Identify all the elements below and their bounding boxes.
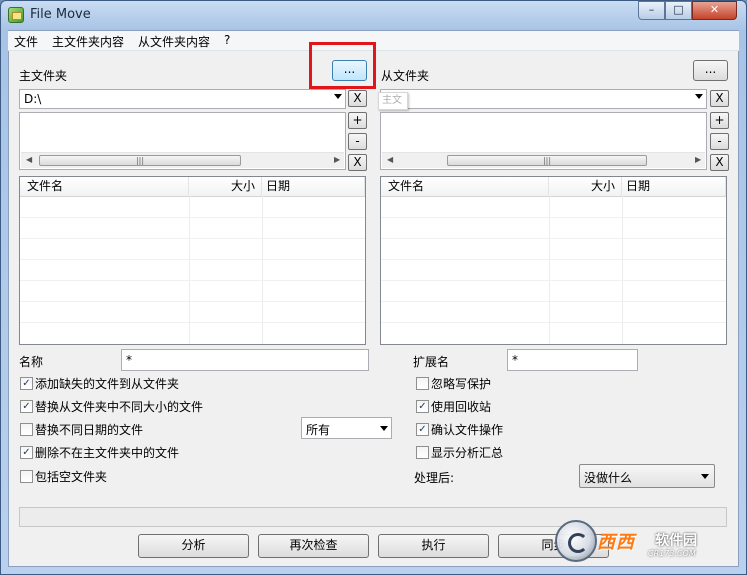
title-bar[interactable]: File Move – □ ✕ — [0, 0, 745, 30]
watermark-sub-text: CR173.COM — [648, 549, 696, 558]
chevron-down-icon[interactable] — [701, 474, 709, 479]
slave-folder-label: 从文件夹 — [381, 69, 430, 83]
scroll-left-icon[interactable]: ◀ — [26, 155, 32, 164]
chevron-down-icon[interactable] — [380, 426, 388, 431]
recheck-button[interactable]: 再次检查 — [258, 534, 369, 558]
after-process-select[interactable]: 没做什么 — [579, 464, 715, 488]
execute-button[interactable]: 执行 — [378, 534, 489, 558]
grid-line — [381, 280, 726, 281]
scroll-left-icon[interactable]: ◀ — [387, 155, 393, 164]
master-folder-list[interactable]: ◀ ||| ▶ — [19, 112, 346, 170]
slave-folder-list[interactable]: ◀ ||| ▶ — [380, 112, 707, 170]
slave-list-scrollbar[interactable]: ◀ ||| ▶ — [382, 152, 705, 168]
window-title: File Move — [30, 7, 91, 22]
option-delete-missing-label[interactable]: 删除不在主文件夹中的文件 — [35, 444, 179, 461]
master-file-table[interactable]: 文件名 大小 日期 — [19, 176, 366, 345]
after-process-label: 处理后: — [414, 471, 455, 485]
chevron-down-icon[interactable] — [695, 94, 703, 99]
option-recycle-bin-label[interactable]: 使用回收站 — [431, 398, 491, 415]
grid-line — [20, 217, 365, 218]
name-filter-label: 名称 — [19, 355, 44, 369]
column-size[interactable]: 大小 — [549, 177, 622, 196]
option-ignore-readonly-label[interactable]: 忽略写保护 — [431, 375, 491, 392]
grid-line — [20, 322, 365, 323]
column-filename[interactable]: 文件名 — [381, 177, 549, 196]
option-add-missing-label[interactable]: 添加缺失的文件到从文件夹 — [35, 375, 179, 392]
slave-clear-button[interactable]: X — [710, 90, 729, 107]
scroll-right-icon[interactable]: ▶ — [334, 155, 340, 164]
master-clear-button[interactable]: X — [348, 90, 367, 107]
watermark-brand-text: 软件园 — [655, 533, 697, 549]
date-filter-value: 所有 — [306, 423, 331, 437]
watermark-main-text: 西西 — [597, 532, 635, 553]
master-path-combo[interactable]: D:\ — [19, 89, 346, 109]
name-filter-value: * — [126, 353, 132, 367]
checkbox-include-empty[interactable] — [20, 470, 33, 483]
date-filter-select[interactable]: 所有 — [301, 417, 392, 439]
option-replace-date-label[interactable]: 替换不同日期的文件 — [35, 421, 143, 438]
slave-x-button[interactable]: X — [710, 154, 729, 171]
chevron-down-icon[interactable] — [334, 94, 342, 99]
slave-remove-button[interactable]: - — [710, 133, 729, 150]
grid-line — [381, 217, 726, 218]
option-include-empty-label[interactable]: 包括空文件夹 — [35, 468, 107, 485]
checkbox-replace-size[interactable]: ✓ — [20, 400, 33, 413]
checkbox-show-summary[interactable] — [416, 446, 429, 459]
grid-line — [20, 280, 365, 281]
progress-status-bar — [19, 507, 727, 527]
grid-line — [381, 322, 726, 323]
grid-line — [20, 301, 365, 302]
master-path-value: D:\ — [24, 92, 42, 106]
checkbox-delete-missing[interactable]: ✓ — [20, 446, 33, 459]
watermark-logo-icon — [555, 520, 597, 562]
grid-line — [381, 238, 726, 239]
checkbox-recycle-bin[interactable]: ✓ — [416, 400, 429, 413]
slave-file-table[interactable]: 文件名 大小 日期 — [380, 176, 727, 345]
ext-filter-input[interactable]: * — [507, 349, 638, 371]
checkbox-ignore-readonly[interactable] — [416, 377, 429, 390]
column-filename[interactable]: 文件名 — [20, 177, 189, 196]
menu-file[interactable]: 文件 — [14, 33, 38, 50]
slave-browse-button[interactable]: ... — [693, 60, 728, 81]
checkbox-replace-date[interactable] — [20, 423, 33, 436]
grid-line — [20, 259, 365, 260]
grid-line — [20, 238, 365, 239]
analyze-button[interactable]: 分析 — [138, 534, 249, 558]
menu-slave-contents[interactable]: 从文件夹内容 — [138, 33, 210, 50]
slave-add-button[interactable]: + — [710, 112, 729, 129]
name-filter-input[interactable]: * — [121, 349, 369, 371]
highlight-box — [309, 42, 376, 89]
column-size[interactable]: 大小 — [189, 177, 262, 196]
after-process-value: 没做什么 — [584, 471, 633, 485]
table-header: 文件名 大小 日期 — [381, 177, 726, 197]
scroll-thumb[interactable]: ||| — [447, 155, 647, 166]
ext-filter-label: 扩展名 — [413, 355, 450, 369]
menu-help[interactable]: ? — [224, 33, 230, 47]
minimize-button[interactable]: – — [638, 1, 665, 20]
menu-master-contents[interactable]: 主文件夹内容 — [52, 33, 124, 50]
master-list-scrollbar[interactable]: ◀ ||| ▶ — [21, 152, 344, 168]
grid-line — [381, 259, 726, 260]
option-replace-size-label[interactable]: 替换从文件夹中不同大小的文件 — [35, 398, 203, 415]
master-remove-button[interactable]: - — [348, 133, 367, 150]
checkbox-confirm-ops[interactable]: ✓ — [416, 423, 429, 436]
column-date[interactable]: 日期 — [262, 177, 365, 196]
checkbox-add-missing[interactable]: ✓ — [20, 377, 33, 390]
maximize-button[interactable]: □ — [665, 1, 692, 20]
close-button[interactable]: ✕ — [692, 1, 737, 20]
slave-path-combo[interactable] — [380, 89, 707, 109]
scroll-thumb[interactable]: ||| — [39, 155, 241, 166]
tooltip: 主文 — [378, 92, 408, 110]
master-x-button[interactable]: X — [348, 154, 367, 171]
ext-filter-value: * — [512, 353, 518, 367]
option-confirm-ops-label[interactable]: 确认文件操作 — [431, 421, 503, 438]
master-add-button[interactable]: + — [348, 112, 367, 129]
master-folder-label: 主文件夹 — [19, 69, 68, 83]
option-show-summary-label[interactable]: 显示分析汇总 — [431, 444, 503, 461]
column-date[interactable]: 日期 — [622, 177, 726, 196]
grid-line — [381, 301, 726, 302]
table-header: 文件名 大小 日期 — [20, 177, 365, 197]
app-icon — [8, 7, 24, 23]
scroll-right-icon[interactable]: ▶ — [695, 155, 701, 164]
